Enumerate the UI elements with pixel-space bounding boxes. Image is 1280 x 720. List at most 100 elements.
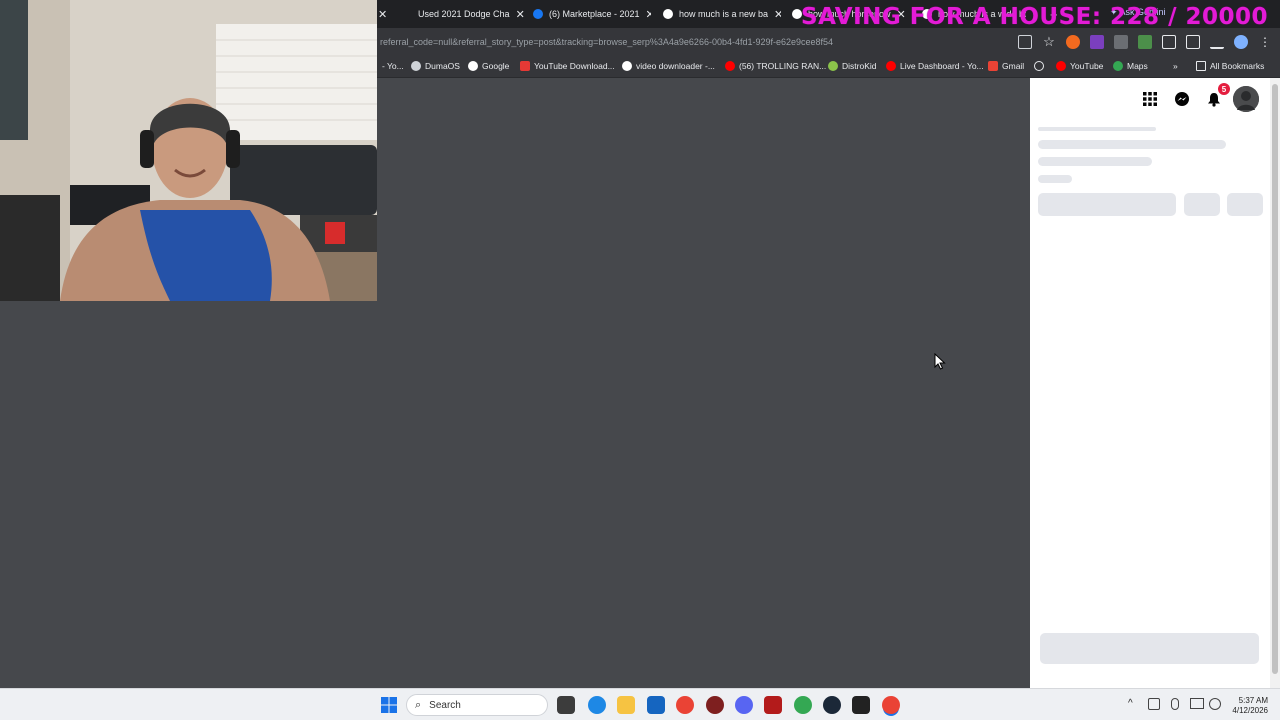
obs-icon[interactable]	[706, 696, 724, 714]
tray-overflow-icon[interactable]: ^	[1128, 699, 1133, 709]
bookmark-item[interactable]: Maps	[1113, 61, 1148, 71]
cast-icon[interactable]	[1186, 35, 1200, 49]
volume-icon[interactable]	[1209, 698, 1221, 710]
profile-avatar-icon[interactable]	[1234, 35, 1248, 49]
extension-orange-icon[interactable]	[1066, 35, 1080, 49]
search-icon: ⌕	[415, 698, 422, 711]
notification-count-badge: 5	[1218, 83, 1230, 95]
skeleton-button	[1038, 193, 1176, 216]
taskbar-search-placeholder: Search	[429, 699, 461, 711]
bookmark-label: (56) TROLLING RAN...	[739, 61, 827, 71]
skeleton-input	[1040, 633, 1259, 664]
maps-icon	[1113, 61, 1123, 71]
steam-icon[interactable]	[823, 696, 841, 714]
bookmark-item[interactable]: video downloader -...	[622, 61, 715, 71]
folder-icon	[1196, 61, 1206, 71]
tab-marketplace[interactable]: (6) Marketplace - 2021 ✕	[533, 3, 651, 25]
skeleton-line	[1038, 140, 1226, 149]
skeleton-button	[1227, 193, 1263, 216]
task-view-icon[interactable]	[557, 696, 575, 714]
close-icon[interactable]: ✕	[774, 8, 781, 21]
discord-icon[interactable]	[735, 696, 753, 714]
extension-rgb-icon[interactable]	[1138, 35, 1152, 49]
display-icon[interactable]	[1190, 698, 1204, 709]
dumaos-icon	[411, 61, 421, 71]
extension-gray-icon[interactable]	[1114, 35, 1128, 49]
bookmark-label: Gmail	[1002, 61, 1025, 71]
bookmark-label: DumaOS	[425, 61, 460, 71]
extensions-puzzle-icon[interactable]	[1162, 35, 1176, 49]
extension-purple-icon[interactable]	[1090, 35, 1104, 49]
all-bookmarks-button[interactable]: All Bookmarks	[1196, 61, 1264, 71]
saving-goal-overlay: SAVING FOR A HOUSE: 228 / 20000	[801, 4, 1268, 30]
bookmark-label: Maps	[1127, 61, 1148, 71]
skeleton-line	[1038, 157, 1152, 166]
youtube-icon	[1056, 61, 1066, 71]
distrokid-icon	[828, 61, 838, 71]
star-icon[interactable]: ☆	[1042, 35, 1056, 49]
download-icon	[520, 61, 530, 71]
tab-title: Used 2021 Dodge Cha	[418, 9, 510, 19]
youtube-icon	[725, 61, 735, 71]
google-icon	[663, 9, 673, 19]
bookmark-label: YouTube	[1070, 61, 1104, 71]
kebab-menu-icon[interactable]: ⋮	[1258, 35, 1272, 49]
scrollbar-thumb[interactable]	[1272, 84, 1278, 674]
bookmark-item[interactable]: DumaOS	[411, 61, 460, 71]
bookmark-label: DistroKid	[842, 61, 877, 71]
mouse-cursor-icon	[934, 352, 946, 375]
skeleton-line	[1038, 127, 1156, 131]
webcam-feed	[0, 0, 377, 301]
tab-dodge[interactable]: Used 2021 Dodge Cha ✕	[402, 3, 524, 25]
edge-icon[interactable]	[588, 696, 606, 714]
bookmark-item[interactable]: (56) TROLLING RAN...	[725, 61, 826, 71]
page-scrollbar[interactable]	[1270, 78, 1280, 688]
bookmark-item[interactable]: Gmail	[988, 61, 1024, 71]
bookmarks-overflow-button[interactable]: »	[1173, 61, 1178, 71]
tab-title: how much is a new ba	[679, 9, 769, 19]
gmail-icon	[988, 61, 998, 71]
bookmark-item[interactable]: Live Dashboard - Yo...	[886, 61, 984, 71]
clock-time: 5:37 AM	[1238, 696, 1268, 705]
bookmark-item[interactable]: YouTube Download...	[520, 61, 615, 71]
tab-close-icon[interactable]: ✕	[378, 3, 387, 25]
bookmark-item[interactable]	[1034, 61, 1044, 71]
screen: ✕ Used 2021 Dodge Cha ✕ (6) Marketplace …	[0, 0, 1280, 720]
taskbar-search[interactable]: ⌕ Search	[406, 694, 548, 716]
network-icon[interactable]	[1148, 698, 1160, 710]
toolbar-icons: ☆ ⋮	[1018, 35, 1272, 49]
bookmark-item[interactable]: YouTube	[1056, 61, 1103, 71]
youtube-icon	[886, 61, 896, 71]
close-icon[interactable]: ✕	[516, 8, 524, 21]
menu-grid-icon[interactable]	[1137, 86, 1163, 112]
messenger-icon[interactable]	[1169, 86, 1195, 112]
clock[interactable]: 5:37 AM 4/12/2026	[1224, 696, 1268, 716]
bookmark-item[interactable]: Google	[468, 61, 509, 71]
webcam-image	[0, 0, 377, 301]
facebook-icon	[533, 9, 543, 19]
file-explorer-icon[interactable]	[617, 696, 635, 714]
url-text[interactable]: referral_code=null&referral_story_type=p…	[380, 37, 833, 47]
clock-date: 4/12/2026	[1232, 706, 1268, 715]
tab-search-icon[interactable]	[1210, 35, 1224, 49]
store-icon[interactable]	[647, 696, 665, 714]
bookmark-label: Live Dashboard - Yo...	[900, 61, 984, 71]
facebook-panel	[1030, 78, 1270, 688]
taskbar: ⌕ Search ^ 5:37 AM 4/12/2026	[0, 688, 1280, 720]
adobe-icon[interactable]	[764, 696, 782, 714]
microphone-icon[interactable]	[1171, 698, 1179, 710]
chrome-icon[interactable]	[676, 696, 694, 714]
bookmark-item[interactable]: DistroKid	[828, 61, 876, 71]
chrome-active-icon[interactable]	[882, 696, 900, 714]
skeleton-line	[1038, 175, 1072, 183]
game-app-icon[interactable]	[852, 696, 870, 714]
tab-search-battery[interactable]: how much is a new ba ✕	[663, 3, 781, 25]
google-icon	[468, 61, 478, 71]
bookmark-item[interactable]: - Yo...	[382, 61, 404, 71]
windows-start-icon[interactable]	[380, 696, 398, 714]
install-app-icon[interactable]	[1018, 35, 1032, 49]
chrome-profile-icon[interactable]	[794, 696, 812, 714]
close-icon[interactable]: ✕	[646, 8, 651, 21]
profile-avatar[interactable]	[1233, 86, 1259, 112]
bookmark-label: - Yo...	[382, 61, 404, 71]
